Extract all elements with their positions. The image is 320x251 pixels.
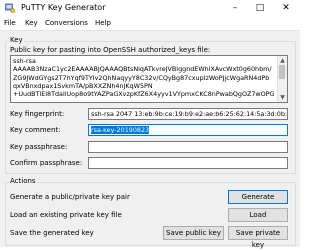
save-public-key-button[interactable]: Save public key: [163, 226, 224, 240]
puttygen-window: PuTTY Key Generator – □ ✕ File Key Conve…: [0, 0, 300, 249]
load-button[interactable]: Load: [228, 208, 288, 222]
comment-value: rsa-key-20190823: [91, 126, 150, 134]
public-key-textarea[interactable]: ssh-rsa AAAAB3NzaC1yc2EAAAABJQAAAQBtsNiq…: [10, 55, 288, 103]
minimize-button[interactable]: –: [225, 1, 245, 15]
confirm-passphrase-field[interactable]: [88, 157, 288, 169]
generate-button[interactable]: Generate: [228, 190, 288, 204]
public-key-label: Public key for pasting into OpenSSH auth…: [10, 46, 211, 54]
putty-key-icon: [5, 3, 16, 13]
menu-file[interactable]: File: [4, 19, 16, 27]
passphrase-field[interactable]: [88, 141, 288, 153]
fingerprint-field[interactable]: ssh-rsa 2047 13:eb:9b:ce:19:b9:e2:ae:b6:…: [88, 108, 288, 120]
passphrase-label: Key passphrase:: [10, 143, 68, 151]
comment-field[interactable]: rsa-key-20190823: [88, 124, 288, 136]
fingerprint-label: Key fingerprint:: [10, 110, 65, 118]
save-description: Save the generated key: [10, 229, 94, 237]
close-button[interactable]: ✕: [276, 1, 296, 15]
comment-label: Key comment:: [10, 126, 61, 134]
public-key-line: ssh-rsa: [13, 57, 36, 65]
menu-help[interactable]: Help: [95, 19, 111, 27]
fingerprint-value: ssh-rsa 2047 13:eb:9b:ce:19:b9:e2:ae:b6:…: [91, 110, 288, 118]
public-key-line: ZG9JWdGYgs2T7hYqf9TYIv2QhNaqyyY8C32v/CQy…: [13, 73, 270, 82]
title-bar[interactable]: PuTTY Key Generator – □ ✕: [0, 0, 300, 17]
menu-key[interactable]: Key: [25, 19, 38, 27]
public-key-line: qxVBnxdpax1SvkmTA/pBXXZNh4nJKqW5PN: [13, 81, 153, 90]
menu-bar: File Key Conversions Help: [0, 17, 300, 31]
key-group-label: Key: [9, 36, 24, 44]
load-description: Load an existing private key file: [10, 211, 122, 219]
generate-description: Generate a public/private key pair: [10, 193, 130, 201]
scrollbar-thumb[interactable]: [279, 65, 285, 79]
public-key-line: AAAAB3NzaC1yc2EAAAABJQAAAQBtsNiqATkvreJV…: [13, 65, 272, 74]
scroll-up-icon[interactable]: ▲: [279, 57, 286, 64]
actions-group-label: Actions: [9, 177, 37, 185]
public-key-line: +UudBTlEl8TdallUop8o9tYAZPaGXvzpKfZ6X4yy…: [13, 90, 275, 99]
vertical-scrollbar[interactable]: ▲ ▼: [277, 56, 287, 102]
scroll-down-icon[interactable]: ▼: [279, 94, 286, 101]
save-private-key-button[interactable]: Save private key: [228, 226, 288, 249]
confirm-passphrase-label: Confirm passphrase:: [10, 159, 83, 167]
window-title: PuTTY Key Generator: [21, 3, 106, 12]
menu-conversions[interactable]: Conversions: [45, 19, 88, 27]
maximize-button[interactable]: □: [250, 1, 270, 15]
